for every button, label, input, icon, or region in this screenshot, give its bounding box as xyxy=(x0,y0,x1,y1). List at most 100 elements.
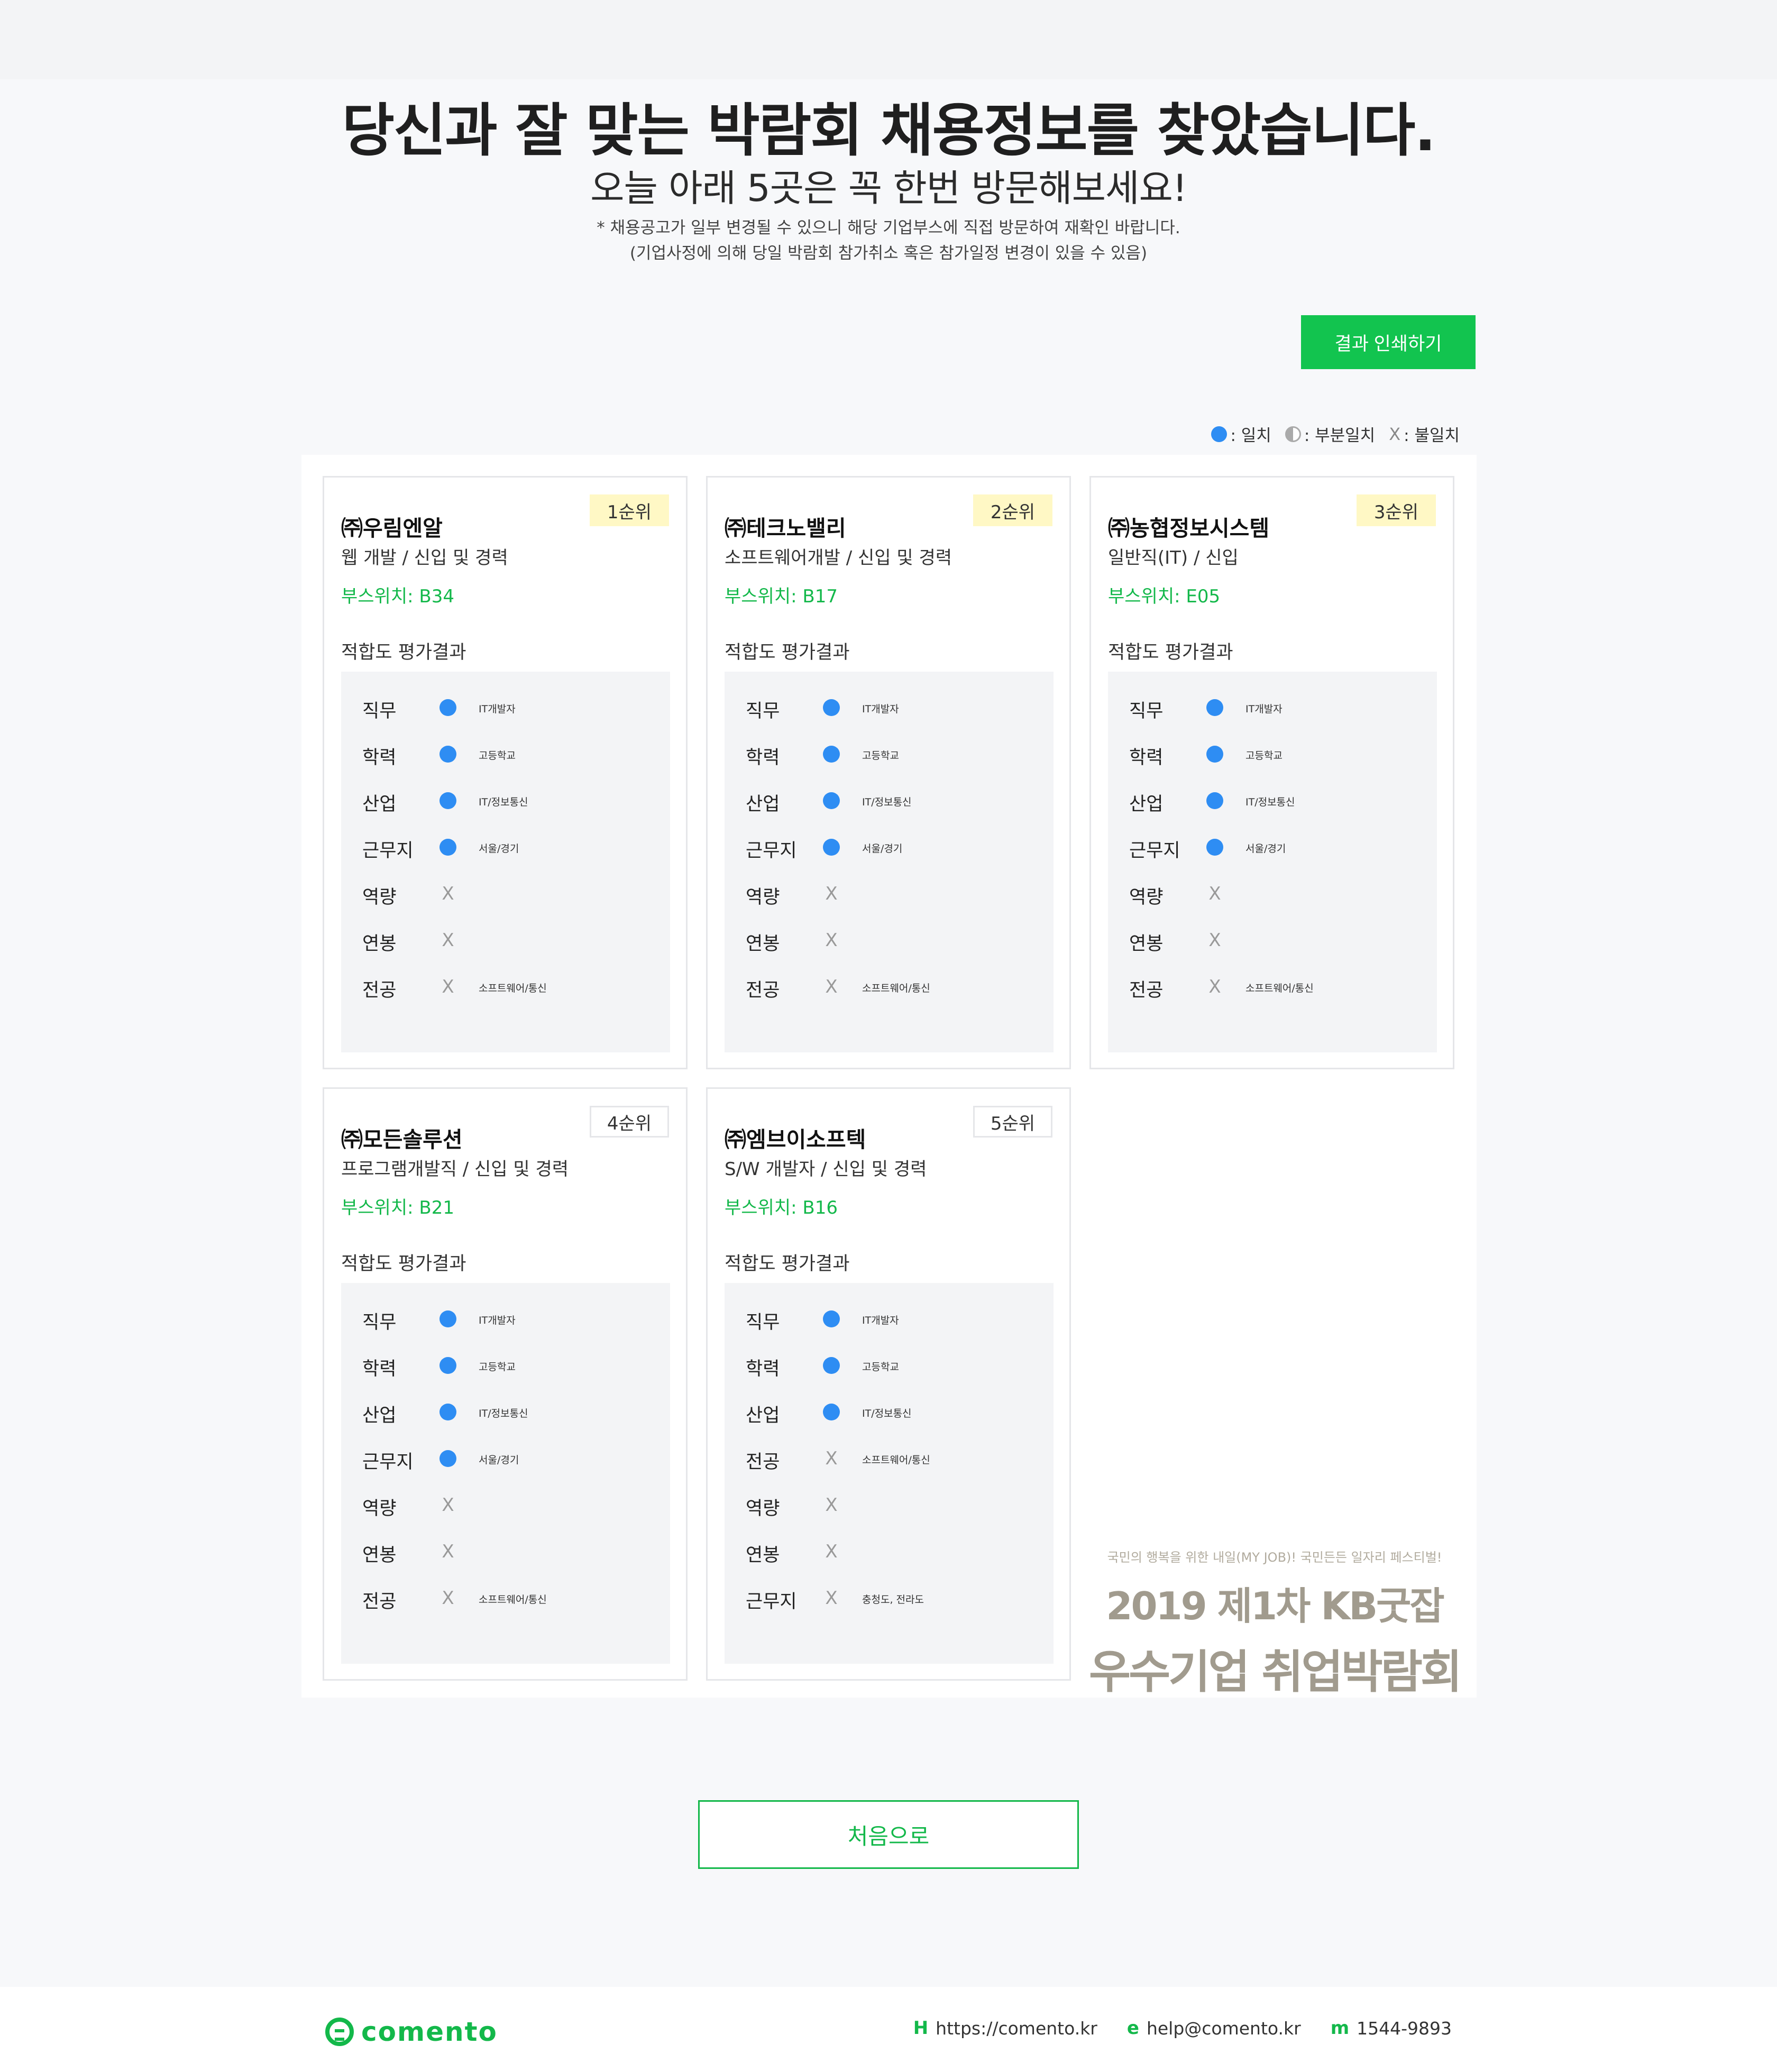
fit-row: 역량 X xyxy=(725,878,1054,910)
fit-criterion: 직무 xyxy=(362,701,397,722)
fit-row: 연봉 X xyxy=(341,924,670,956)
legend-partial: : 부분일치 xyxy=(1285,422,1375,446)
fit-criterion: 역량 xyxy=(1129,887,1164,908)
company-card: 2순위 ㈜테크노밸리 소프트웨어개발 / 신입 및 경력 부스위치: B17 적… xyxy=(706,476,1071,1069)
fit-row: 학력 고등학교 xyxy=(341,738,670,770)
mismatch-x-icon: X xyxy=(442,1541,454,1562)
mismatch-x-icon: X xyxy=(442,1495,454,1516)
fit-row: 학력 고등학교 xyxy=(725,1350,1054,1381)
print-results-button[interactable]: 결과 인쇄하기 xyxy=(1301,315,1476,369)
company-card: 4순위 ㈜모든솔루션 프로그램개발직 / 신입 및 경력 부스위치: B21 적… xyxy=(323,1087,688,1681)
fit-criterion: 산업 xyxy=(746,1405,780,1426)
legend-match-label: : 일치 xyxy=(1230,426,1271,445)
mismatch-x-icon: X xyxy=(825,930,838,951)
fit-value: 고등학교 xyxy=(862,1361,899,1373)
fit-criterion: 산업 xyxy=(362,794,397,815)
homepage-link[interactable]: H https://comento.kr xyxy=(913,2018,1097,2039)
fit-value: 소프트웨어/통신 xyxy=(1245,983,1314,994)
fit-criterion: 학력 xyxy=(362,747,397,768)
notice-text-secondary: (기업사정에 의해 당일 박람회 참가취소 혹은 참가일정 변경이 있을 수 있… xyxy=(629,244,1148,263)
match-dot-icon xyxy=(438,1309,457,1328)
fit-value: IT/정보통신 xyxy=(1245,796,1295,808)
fit-row: 연봉 X xyxy=(1108,924,1437,956)
fit-value: 소프트웨어/통신 xyxy=(479,1594,547,1606)
company-name: ㈜테크노밸리 xyxy=(725,516,846,541)
match-dot-icon xyxy=(822,1402,841,1422)
fit-criterion: 직무 xyxy=(1129,701,1164,722)
fit-value: 고등학교 xyxy=(1245,750,1283,762)
mismatch-x-icon: X xyxy=(825,1495,838,1516)
fit-criterion: 전공 xyxy=(362,1591,397,1612)
footer: comento H https://comento.kr e help@come… xyxy=(0,1987,1777,2072)
legend-mismatch-label: : 불일치 xyxy=(1404,426,1460,445)
mismatch-x-icon: X xyxy=(442,930,454,951)
fit-result-box: 직무 IT개발자 학력 고등학교 산업 IT/정보통신 근무지 서울/경기 역량 X 연봉… xyxy=(1108,672,1437,1052)
email-address: help@comento.kr xyxy=(1146,2018,1301,2039)
fit-criterion: 근무지 xyxy=(746,1591,797,1612)
fit-row: 학력 고등학교 xyxy=(341,1350,670,1381)
match-dot-icon xyxy=(822,1309,841,1328)
mismatch-x-icon: X xyxy=(1208,883,1221,904)
job-description: 소프트웨어개발 / 신입 및 경력 xyxy=(725,547,952,569)
company-name: ㈜우림엔알 xyxy=(341,516,443,541)
match-dot-icon xyxy=(438,791,457,810)
partial-dot-icon xyxy=(1285,426,1301,442)
fit-row: 산업 IT/정보통신 xyxy=(725,785,1054,817)
mismatch-x-icon: X xyxy=(825,976,838,997)
fit-criterion: 직무 xyxy=(746,701,780,722)
legend-mismatch: X : 불일치 xyxy=(1389,422,1460,446)
fit-result-box: 직무 IT개발자 학력 고등학교 산업 IT/정보통신 근무지 서울/경기 역량 X 연봉… xyxy=(725,672,1054,1052)
page-subtitle: 오늘 아래 5곳은 꼭 한번 방문해보세요! xyxy=(590,167,1187,210)
fit-row: 근무지 서울/경기 xyxy=(341,831,670,863)
rank-badge: 2순위 xyxy=(973,494,1052,526)
comento-logo[interactable]: comento xyxy=(325,2016,498,2047)
legend: : 일치 : 부분일치 X : 불일치 xyxy=(1211,422,1460,446)
booth-location: 부스위치: B16 xyxy=(725,1197,838,1218)
booth-location: 부스위치: E05 xyxy=(1108,586,1221,607)
match-dot-icon xyxy=(438,1356,457,1375)
comento-logo-icon xyxy=(325,2018,354,2046)
company-name: ㈜엠브이소프텍 xyxy=(725,1127,866,1152)
fit-result-box: 직무 IT개발자 학력 고등학교 산업 IT/정보통신 전공 X 소프트웨어/통신 역량 X… xyxy=(725,1283,1054,1664)
match-dot-icon xyxy=(438,838,457,857)
fit-criterion: 전공 xyxy=(362,980,397,1001)
promo-tagline: 국민의 행복을 위한 내일(MY JOB)! 국민든든 일자리 페스티벌! xyxy=(1107,1550,1442,1565)
fit-criterion: 직무 xyxy=(746,1312,780,1333)
fit-row: 직무 IT개발자 xyxy=(1108,692,1437,723)
company-card: 1순위 ㈜우림엔알 웹 개발 / 신입 및 경력 부스위치: B34 적합도 평… xyxy=(323,476,688,1069)
fit-value: IT개발자 xyxy=(862,703,899,715)
match-dot-icon xyxy=(1205,838,1224,857)
fit-value: 서울/경기 xyxy=(1245,843,1286,855)
logo-text: comento xyxy=(361,2016,498,2047)
fit-row: 근무지 서울/경기 xyxy=(1108,831,1437,863)
fit-value: 고등학교 xyxy=(479,1361,516,1373)
fit-result-title: 적합도 평가결과 xyxy=(341,642,466,663)
contact-info: H https://comento.kr e help@comento.kr m… xyxy=(913,2018,1452,2039)
legend-partial-label: : 부분일치 xyxy=(1304,426,1376,445)
match-dot-icon xyxy=(822,698,841,717)
email-link[interactable]: e help@comento.kr xyxy=(1127,2018,1301,2039)
match-dot-icon xyxy=(1205,745,1224,764)
go-home-button[interactable]: 처음으로 xyxy=(698,1800,1079,1869)
fit-value: 서울/경기 xyxy=(479,1454,519,1466)
match-dot-icon xyxy=(1205,791,1224,810)
fit-criterion: 연봉 xyxy=(1129,933,1164,955)
fit-value: IT/정보통신 xyxy=(479,1408,528,1419)
booth-location: 부스위치: B17 xyxy=(725,586,838,607)
fit-value: 소프트웨어/통신 xyxy=(862,1454,930,1466)
email-icon: e xyxy=(1126,2018,1139,2039)
fit-criterion: 직무 xyxy=(362,1312,397,1333)
top-band xyxy=(0,0,1777,79)
fit-row: 전공 X 소프트웨어/통신 xyxy=(725,1443,1054,1474)
job-description: 일반직(IT) / 신입 xyxy=(1108,547,1239,569)
notice-text: * 채용공고가 일부 변경될 수 있으니 해당 기업부스에 직접 방문하여 재확… xyxy=(597,218,1180,237)
match-dot-icon xyxy=(438,745,457,764)
fit-row: 역량 X xyxy=(341,878,670,910)
fit-criterion: 학력 xyxy=(746,1359,780,1380)
job-fair-promo-logo: 국민의 행복을 위한 내일(MY JOB)! 국민든든 일자리 페스티벌! 20… xyxy=(1084,1547,1465,1701)
fit-value: 소프트웨어/통신 xyxy=(862,983,930,994)
fit-criterion: 근무지 xyxy=(1129,840,1180,861)
mismatch-x-icon: X xyxy=(1208,976,1221,997)
fit-criterion: 전공 xyxy=(1129,980,1164,1001)
fit-value: IT/정보통신 xyxy=(862,1408,912,1419)
